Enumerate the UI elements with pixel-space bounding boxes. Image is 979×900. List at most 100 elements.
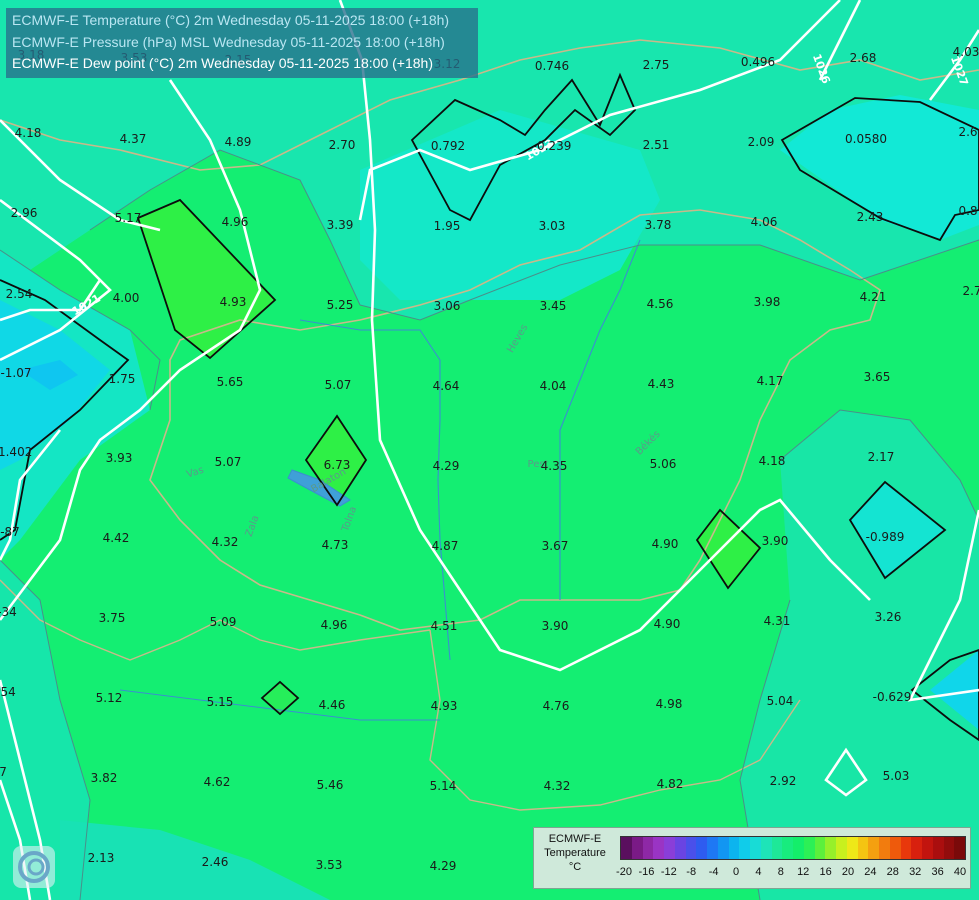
legend-color-swatch bbox=[803, 837, 815, 859]
value-label: 3.98 bbox=[754, 295, 781, 309]
value-label: -0.629 bbox=[873, 690, 912, 704]
legend-color-swatch bbox=[717, 837, 729, 859]
value-label: 4.18 bbox=[15, 126, 42, 140]
value-label: 3.03 bbox=[539, 219, 566, 233]
value-label: 4.42 bbox=[103, 531, 130, 545]
value-label: 3.90 bbox=[762, 534, 789, 548]
legend-color-swatch bbox=[707, 837, 718, 859]
legend-tick-label: 32 bbox=[909, 866, 922, 878]
swirl-icon bbox=[18, 851, 50, 883]
value-label: 3.93 bbox=[106, 451, 133, 465]
value-label: 5.14 bbox=[430, 779, 457, 793]
value-label: 4.76 bbox=[543, 699, 570, 713]
value-label: -0.989 bbox=[866, 530, 905, 544]
legend-title-unit: °C bbox=[568, 861, 582, 873]
value-label: 0.8 bbox=[958, 204, 977, 218]
value-label: 1.75 bbox=[109, 372, 136, 386]
value-label: 4.56 bbox=[647, 297, 674, 311]
value-label: 2.51 bbox=[643, 138, 670, 152]
value-label: 4.46 bbox=[319, 698, 346, 712]
value-label: -54 bbox=[0, 685, 16, 699]
legend-tick-label: -16 bbox=[638, 866, 655, 878]
value-label: 3.82 bbox=[91, 771, 118, 785]
value-label: 4.93 bbox=[431, 699, 458, 713]
title-pressure: ECMWF-E Pressure (hPa) MSL Wednesday 05-… bbox=[12, 34, 445, 50]
value-label: 4.90 bbox=[652, 537, 679, 551]
value-label: 5.15 bbox=[207, 695, 234, 709]
legend-title-var: Temperature bbox=[544, 847, 606, 859]
value-label: 4.73 bbox=[322, 538, 349, 552]
value-label: 4.04 bbox=[540, 379, 567, 393]
legend-tick-label: -20 bbox=[616, 866, 632, 878]
legend-tick-label: 20 bbox=[841, 866, 855, 878]
value-label: 3.78 bbox=[645, 218, 672, 232]
legend-color-swatch bbox=[943, 837, 955, 859]
value-label: -1.07 bbox=[0, 366, 31, 380]
legend-color-swatch bbox=[696, 837, 707, 859]
value-label: 3.75 bbox=[99, 611, 126, 625]
value-label: 3.45 bbox=[540, 299, 567, 313]
legend-color-swatch bbox=[653, 837, 664, 859]
value-label: 4.17 bbox=[757, 374, 784, 388]
legend-color-swatch bbox=[857, 837, 869, 859]
value-label: 4.18 bbox=[759, 454, 786, 468]
legend-tick-label: 28 bbox=[886, 866, 899, 878]
legend-color-swatch bbox=[889, 837, 901, 859]
value-label: 4.29 bbox=[430, 859, 457, 873]
legend-color-bar bbox=[620, 836, 966, 860]
value-label: 2.75 bbox=[643, 58, 670, 72]
legend-color-swatch bbox=[836, 837, 847, 859]
value-label: 2.7 bbox=[962, 284, 979, 298]
value-label: 4.43 bbox=[648, 377, 675, 391]
value-label: 2.92 bbox=[770, 774, 797, 788]
value-label: 5.06 bbox=[650, 457, 677, 471]
value-label: 0.0580 bbox=[845, 132, 887, 146]
value-label: 4.32 bbox=[544, 779, 571, 793]
value-label: 4.29 bbox=[433, 459, 460, 473]
value-label: 5.07 bbox=[215, 455, 242, 469]
value-label: 7 bbox=[0, 765, 7, 779]
legend-color-swatch bbox=[825, 837, 836, 859]
legend-color-swatch bbox=[728, 837, 740, 859]
value-label: 4.64 bbox=[433, 379, 460, 393]
legend-tick-label: 24 bbox=[864, 866, 877, 878]
value-label: 2.09 bbox=[748, 135, 775, 149]
value-label: 4.96 bbox=[222, 215, 249, 229]
value-label: 4.90 bbox=[654, 617, 681, 631]
value-label: 5.12 bbox=[96, 691, 123, 705]
legend-color-swatch bbox=[739, 837, 750, 859]
value-label: 3.26 bbox=[875, 610, 902, 624]
legend-tick-label: -8 bbox=[686, 866, 697, 878]
legend-tick-label: 4 bbox=[755, 866, 762, 878]
value-label: 4.82 bbox=[657, 777, 684, 791]
legend-ticks: -20 -16 -12 -8 -4 0 4 8 12 16 20 24 28 32 36 40 bbox=[616, 866, 966, 880]
value-label: 3.67 bbox=[542, 539, 569, 553]
value-label: 4.62 bbox=[204, 775, 231, 789]
value-label: 4.35 bbox=[541, 459, 568, 473]
value-label: -0.239 bbox=[533, 139, 572, 153]
value-label: 2.96 bbox=[11, 206, 38, 220]
value-label: 4.96 bbox=[321, 618, 348, 632]
value-label: 3.39 bbox=[327, 218, 354, 232]
legend-color-swatch bbox=[922, 837, 933, 859]
value-label: 3.90 bbox=[542, 619, 569, 633]
legend-color-swatch bbox=[846, 837, 858, 859]
value-label: -1.402 bbox=[0, 445, 32, 459]
value-label: 2.17 bbox=[868, 450, 895, 464]
value-label: 2.54 bbox=[6, 287, 33, 301]
title-temperature: ECMWF-E Temperature (°C) 2m Wednesday 05… bbox=[12, 12, 450, 28]
value-label: 0.792 bbox=[431, 139, 465, 153]
value-label: 4.06 bbox=[751, 215, 778, 229]
value-label: 5.09 bbox=[210, 615, 237, 629]
legend-title: ECMWF-E Temperature °C bbox=[534, 828, 616, 874]
color-legend: ECMWF-E Temperature °C -20 -16 -12 -8 -4 0 4 8 1… bbox=[533, 827, 971, 889]
value-label: 5.46 bbox=[317, 778, 344, 792]
legend-tick-label: 0 bbox=[732, 866, 740, 878]
value-label: 6.73 bbox=[324, 458, 351, 472]
legend-color-swatch bbox=[793, 837, 804, 859]
legend-color-swatch bbox=[685, 837, 697, 859]
legend-color-swatch bbox=[664, 837, 675, 859]
legend-color-swatch bbox=[642, 837, 654, 859]
value-label: 4.98 bbox=[656, 697, 683, 711]
value-label: -34 bbox=[0, 605, 17, 619]
